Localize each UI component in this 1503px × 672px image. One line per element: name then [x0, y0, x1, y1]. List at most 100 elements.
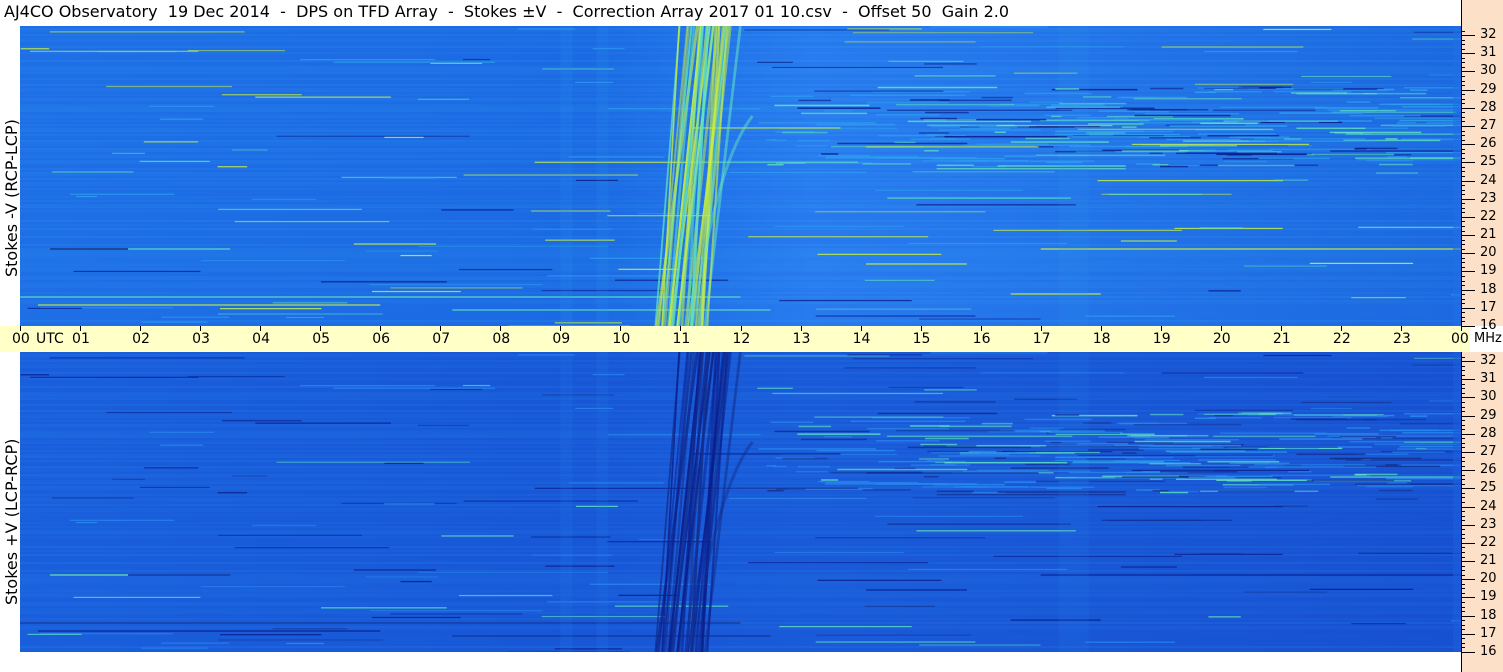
spectrogram-noise-row — [20, 540, 1461, 542]
spectrogram-noise-row — [20, 538, 1461, 540]
interference-streak — [1349, 114, 1421, 117]
spectrogram-noise-row — [20, 196, 1461, 198]
interference-streak — [1169, 451, 1288, 453]
rfi-line — [300, 59, 435, 61]
spectrogram-noise-row — [20, 644, 1461, 646]
rfi-line — [390, 287, 523, 289]
spectrogram-noise-row — [20, 624, 1461, 626]
frequency-tick-mark — [1461, 579, 1475, 581]
rfi-line — [200, 586, 345, 588]
spectrogram-noise-row — [20, 292, 1461, 294]
interference-streak — [1345, 133, 1461, 135]
spectrogram-noise-row — [20, 430, 1461, 432]
spectrogram-noise-row — [20, 244, 1461, 246]
rfi-line — [607, 541, 711, 543]
frequency-tick-mark — [1461, 415, 1475, 417]
frequency-tick-label: 25 — [1480, 154, 1497, 170]
interference-streak — [1004, 481, 1037, 483]
rfi-line — [417, 98, 469, 100]
rfi-line — [728, 171, 867, 173]
interference-streak — [1346, 101, 1371, 103]
spectrogram-noise-row — [20, 402, 1461, 404]
utc-tick-label: 14 — [852, 331, 871, 347]
interference-streak — [1159, 144, 1238, 147]
rfi-line — [996, 124, 1113, 127]
rfi-line — [384, 177, 435, 179]
rfi-line — [816, 634, 972, 636]
utc-tick-label: 23 — [1392, 331, 1411, 347]
utc-tick-label: 02 — [132, 331, 150, 347]
spectrogram-noise-row — [20, 364, 1461, 366]
interference-streak — [1273, 90, 1352, 93]
spectrogram-noise-row — [20, 222, 1461, 224]
spectrogram-noise-row — [20, 628, 1461, 630]
rfi-line — [1263, 28, 1332, 31]
spectrogram-noise-row — [20, 424, 1461, 426]
interference-streak — [1134, 110, 1169, 113]
interference-streak — [1387, 156, 1407, 158]
rfi-line — [400, 580, 432, 583]
rfi-line — [441, 535, 514, 537]
vertical-noise-band — [560, 26, 573, 326]
edge-stripe — [1453, 26, 1461, 326]
rfi-line — [887, 197, 1071, 199]
interference-streak — [782, 131, 828, 134]
rfi-line — [864, 605, 935, 607]
rfi-line — [930, 352, 1048, 354]
spectrogram-noise-row — [20, 618, 1461, 620]
interference-streak — [1345, 459, 1461, 461]
rfi-line — [20, 374, 50, 376]
interference-streak — [1208, 91, 1262, 93]
rfi-line — [916, 530, 1076, 532]
spectrogram-noise-row — [20, 218, 1461, 220]
utc-tick-label: 06 — [372, 331, 391, 347]
spectrogram-noise-row — [20, 320, 1461, 322]
interference-streak — [1386, 151, 1461, 154]
frequency-tick-mark — [1461, 162, 1475, 164]
spectrogram-noise-row — [20, 74, 1461, 76]
rfi-line — [817, 253, 942, 255]
frequency-tick-mark — [1461, 524, 1475, 526]
interference-streak — [1363, 418, 1427, 421]
utc-tick-label: 15 — [912, 331, 931, 347]
interference-streak — [1380, 437, 1393, 439]
utc-tick-label: 00 — [12, 331, 30, 347]
interference-streak — [1397, 122, 1461, 124]
spectrogram-noise-row — [20, 70, 1461, 72]
rfi-line — [187, 49, 285, 52]
interference-streak — [1279, 438, 1363, 440]
rfi-line — [1208, 290, 1241, 292]
spectrogram-noise-row — [20, 378, 1461, 380]
interference-streak — [1236, 477, 1282, 479]
spectrogram-noise-row — [20, 322, 1461, 324]
utc-tick-label: 17 — [1032, 331, 1051, 347]
rfi-line — [816, 308, 972, 310]
spectrogram-noise-row — [20, 428, 1461, 430]
interference-streak — [1214, 88, 1234, 91]
rfi-line — [815, 211, 986, 213]
rfi-line — [1274, 505, 1308, 507]
utc-tick-label: 01 — [72, 331, 90, 347]
interference-streak — [1279, 112, 1363, 114]
mhz-unit-label: MHz — [1474, 331, 1502, 346]
frequency-tick-label: 29 — [1480, 81, 1497, 97]
interference-streak — [1207, 460, 1280, 463]
interference-streak — [1198, 133, 1276, 135]
spectrogram-noise-row — [20, 146, 1461, 148]
spectrogram-noise-row — [20, 570, 1461, 572]
interference-streak — [936, 164, 974, 167]
spectrogram-noise-row — [20, 100, 1461, 102]
persistent-carrier-line — [452, 635, 771, 637]
rfi-line — [1330, 150, 1461, 152]
interference-streak — [1346, 427, 1371, 429]
interference-streak — [1152, 490, 1169, 492]
spectrogram-noise-row — [20, 472, 1461, 474]
interference-streak — [1169, 125, 1288, 127]
rfi-line — [1351, 297, 1406, 299]
interference-streak — [1113, 118, 1242, 121]
spectrogram-noise-row — [20, 646, 1461, 648]
interference-streak — [1122, 452, 1137, 454]
frequency-tick-mark — [1461, 397, 1475, 399]
rfi-line — [1161, 372, 1304, 374]
spectrogram-noise-row — [20, 614, 1461, 616]
